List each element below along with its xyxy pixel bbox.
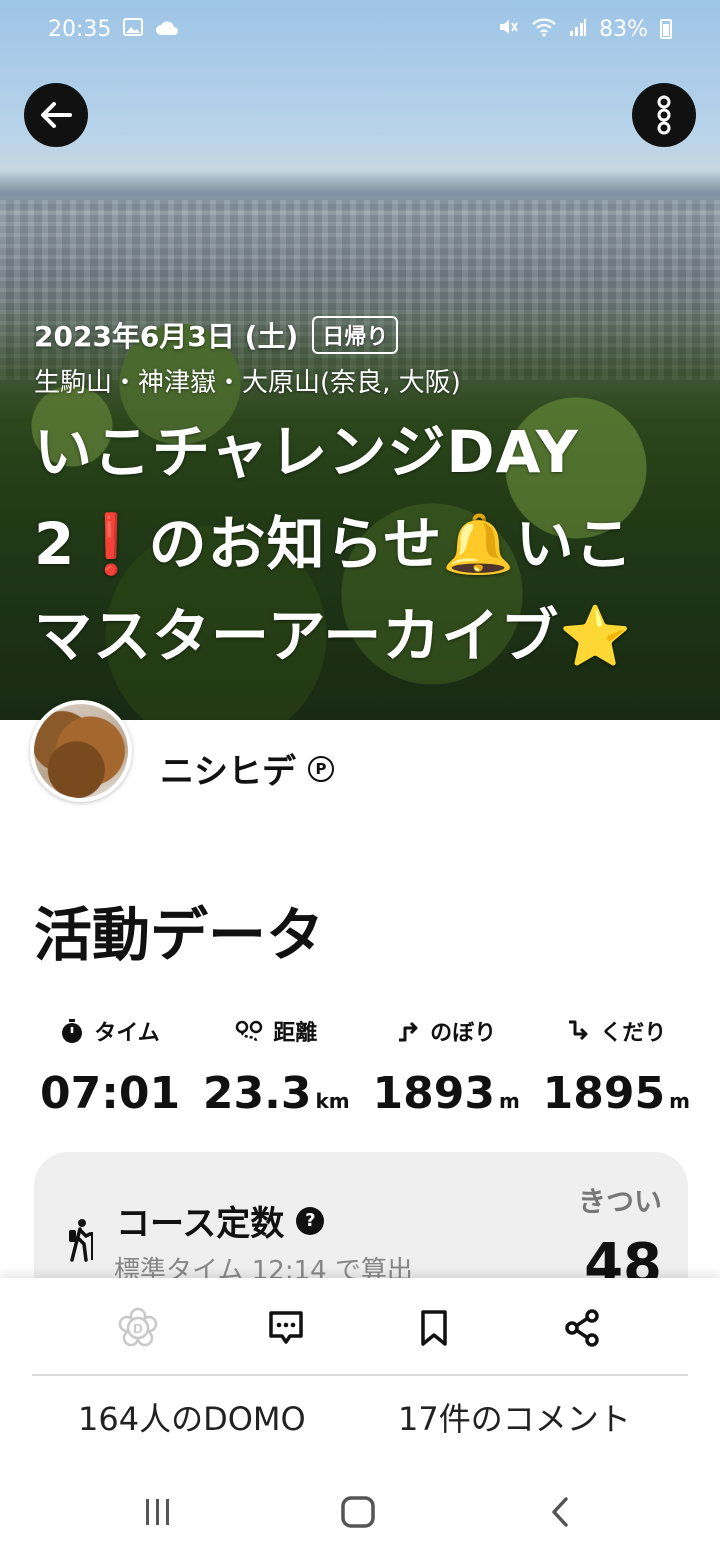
divider bbox=[32, 1374, 688, 1376]
arrow-left-icon bbox=[41, 102, 72, 128]
gallery-icon bbox=[123, 17, 144, 41]
activity-title: いこチャレンジDAY 2❗のお知らせ🔔いこ マスターアーカイブ⭐ bbox=[34, 406, 684, 682]
help-icon[interactable]: ? bbox=[296, 1206, 325, 1235]
route-icon bbox=[236, 1020, 263, 1042]
battery-percent: 83% bbox=[599, 16, 648, 42]
home-icon bbox=[341, 1496, 375, 1528]
section-title-activity-data: 活動データ bbox=[34, 901, 325, 969]
signal-icon bbox=[569, 17, 587, 42]
activity-date-row: 2023年6月3日 (土) 日帰り bbox=[34, 312, 684, 358]
system-nav-bar bbox=[0, 1464, 720, 1560]
bookmark-button[interactable] bbox=[410, 1304, 458, 1352]
domo-count-link[interactable]: 164人のDOMO bbox=[78, 1394, 306, 1440]
course-title-row: コース定数 ? bbox=[116, 1196, 325, 1245]
hero-text: 2023年6月3日 (土) 日帰り 生駒山・神津嶽・大原山(奈良, 大阪) いこ… bbox=[34, 312, 684, 682]
more-options-button[interactable] bbox=[632, 83, 696, 147]
share-button[interactable] bbox=[558, 1304, 606, 1352]
back-button[interactable] bbox=[24, 83, 88, 147]
descent-icon bbox=[569, 1020, 588, 1041]
stat-unit: km bbox=[315, 1089, 350, 1113]
status-time: 20:35 bbox=[48, 16, 112, 42]
title-line-3: マスターアーカイブ⭐ bbox=[34, 602, 633, 670]
stat-time: タイム 07:01 bbox=[40, 1012, 180, 1119]
stat-unit: m bbox=[669, 1089, 690, 1113]
domo-button[interactable]: D bbox=[114, 1304, 162, 1352]
comment-count-link[interactable]: 17件のコメント bbox=[398, 1394, 631, 1440]
title-line-2: 2❗のお知らせ🔔いこ bbox=[34, 510, 634, 578]
stat-value: 23.3 bbox=[202, 1068, 312, 1119]
stat-descent: くだり 1895 m bbox=[543, 1012, 690, 1119]
author-row[interactable]: ニシヒデ P bbox=[160, 744, 334, 793]
hiker-icon bbox=[69, 1219, 93, 1262]
stopwatch-icon bbox=[62, 1019, 83, 1043]
action-panel: D 164人のDOMO 17件のコメント bbox=[0, 1278, 720, 1464]
activity-stats: タイム 07:01 距離 23.3 km のぼり 1893 m くだり 1895 m bbox=[40, 1012, 690, 1119]
activity-date: 2023年6月3日 (土) bbox=[34, 320, 299, 353]
stat-distance: 距離 23.3 km bbox=[203, 1012, 350, 1119]
stat-value: 07:01 bbox=[40, 1068, 181, 1119]
bookmark-icon bbox=[421, 1310, 447, 1346]
wifi-icon bbox=[531, 17, 557, 42]
stat-value: 1895 bbox=[542, 1068, 666, 1119]
back-nav-icon bbox=[552, 1497, 568, 1527]
difficulty-label: きつい bbox=[577, 1185, 662, 1218]
share-icon bbox=[565, 1309, 599, 1347]
recent-apps-button[interactable] bbox=[138, 1492, 178, 1532]
day-trip-tag: 日帰り bbox=[312, 316, 399, 354]
cloud-icon bbox=[155, 17, 179, 41]
more-vertical-icon bbox=[657, 95, 671, 135]
back-nav-button[interactable] bbox=[540, 1492, 580, 1532]
mountain-names[interactable]: 生駒山・神津嶽・大原山(奈良, 大阪) bbox=[34, 362, 684, 402]
stat-unit: m bbox=[498, 1089, 520, 1113]
ascent-icon bbox=[399, 1021, 418, 1042]
status-bar: 20:35 83% bbox=[0, 0, 720, 58]
svg-text:D: D bbox=[133, 1321, 142, 1336]
author-name[interactable]: ニシヒデ bbox=[160, 744, 296, 793]
stat-label: 距離 bbox=[273, 1021, 318, 1046]
recent-apps-icon bbox=[146, 1499, 169, 1525]
stat-value: 1893 bbox=[372, 1068, 495, 1119]
battery-icon bbox=[660, 19, 672, 39]
stat-ascent: のぼり 1893 m bbox=[372, 1012, 519, 1119]
mute-icon bbox=[497, 17, 519, 42]
premium-badge-icon: P bbox=[308, 755, 334, 782]
comment-button[interactable] bbox=[262, 1304, 310, 1352]
home-button[interactable] bbox=[338, 1492, 378, 1532]
comment-icon bbox=[269, 1311, 303, 1344]
stat-label: くだり bbox=[600, 1021, 667, 1046]
title-line-1: いこチャレンジDAY bbox=[34, 418, 579, 486]
stat-label: のぼり bbox=[430, 1021, 497, 1046]
stat-label: タイム bbox=[94, 1021, 160, 1046]
avatar[interactable] bbox=[30, 700, 132, 802]
course-title: コース定数 bbox=[116, 1204, 285, 1244]
domo-icon: D bbox=[118, 1307, 158, 1347]
